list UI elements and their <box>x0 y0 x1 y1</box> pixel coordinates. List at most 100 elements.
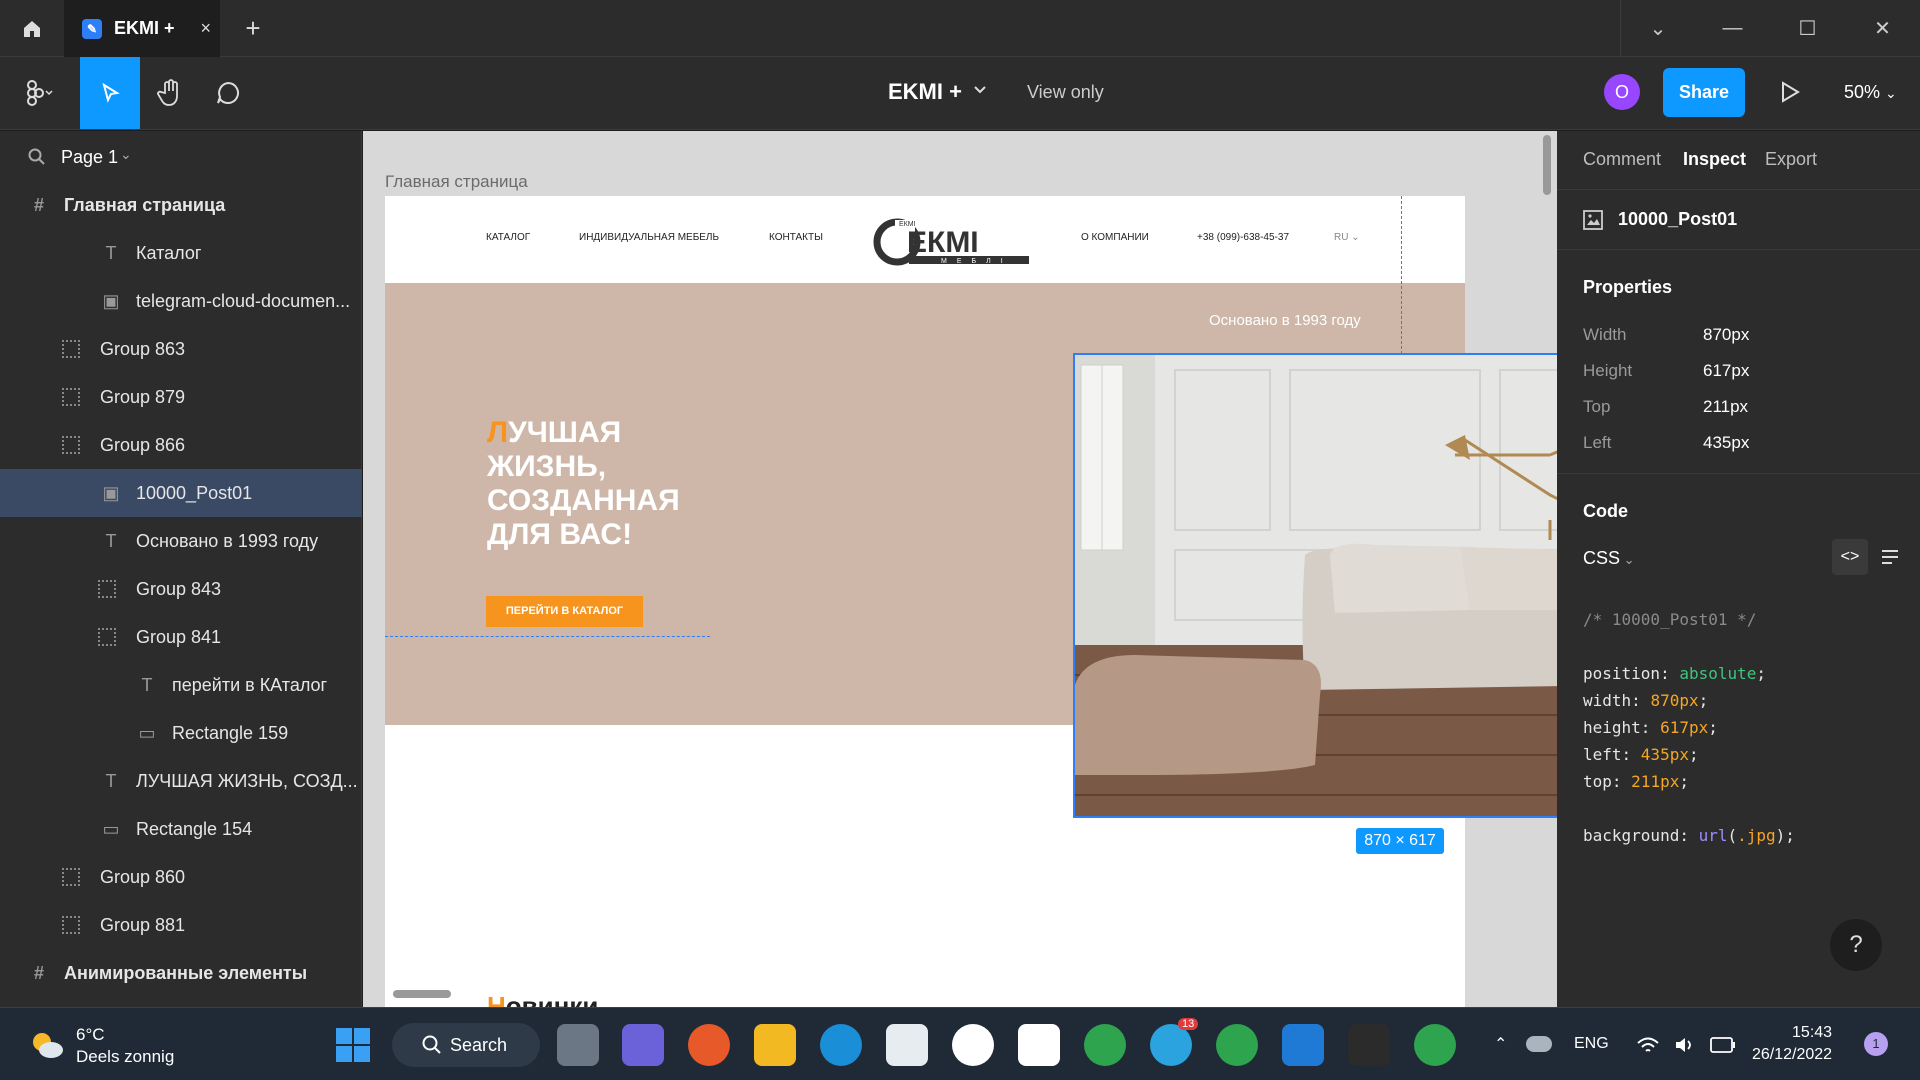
prop-value-width[interactable]: 870px <box>1703 325 1749 345</box>
onedrive-icon[interactable] <box>1526 1036 1552 1052</box>
layer-row[interactable]: ▣ 10000_Post01 <box>0 469 362 517</box>
chevron-down-icon[interactable]: ⌄ <box>1620 0 1695 57</box>
prop-value-left[interactable]: 435px <box>1703 433 1749 453</box>
chevron-up-icon[interactable]: ⌃ <box>1494 1034 1507 1054</box>
file-tab[interactable]: ✎ EKMI + × <box>64 0 220 57</box>
zoom-dropdown[interactable]: 50% ⌄ <box>1844 82 1897 103</box>
properties-title: Properties <box>1583 277 1673 297</box>
tab-export[interactable]: Export <box>1765 149 1817 170</box>
prop-value-height[interactable]: 617px <box>1703 361 1749 381</box>
layer-rect-icon: ▭ <box>138 722 156 743</box>
layer-row[interactable]: Group 881 <box>0 901 362 949</box>
logo-subtext: МЕБЛІ <box>941 258 1013 265</box>
prop-value-top[interactable]: 211px <box>1703 397 1748 417</box>
layer-row[interactable]: Group 860 <box>0 853 362 901</box>
tab-close-icon[interactable]: × <box>201 18 212 39</box>
weather-icon[interactable] <box>30 1030 64 1060</box>
chevron-down-icon[interactable]: ⌄ <box>120 146 132 163</box>
layer-row[interactable]: T ЛУЧШАЯ ЖИЗНЬ, СОЗД... <box>0 757 362 805</box>
layer-row[interactable]: Group 866 <box>0 421 362 469</box>
maximize-button[interactable]: ☐ <box>1770 0 1845 57</box>
wifi-icon[interactable] <box>1636 1036 1660 1054</box>
volume-icon[interactable] <box>1674 1036 1696 1054</box>
avatar[interactable]: O <box>1604 74 1640 110</box>
chatgpt-icon[interactable] <box>952 1024 994 1066</box>
dimension-badge: 870 × 617 <box>1356 828 1444 854</box>
figma-menu-icon[interactable] <box>10 57 70 129</box>
move-tool-icon[interactable] <box>80 57 140 129</box>
code-view-icon[interactable]: <> <box>1832 539 1868 575</box>
layer-image-icon: ▣ <box>102 290 120 311</box>
notification-badge[interactable]: 1 <box>1864 1032 1888 1056</box>
layer-label: Каталог <box>136 242 202 263</box>
list-view-icon[interactable] <box>1881 549 1899 565</box>
new-tab-button[interactable]: + <box>236 12 270 46</box>
frame-label[interactable]: Главная страница <box>385 172 528 192</box>
file-explorer-icon[interactable] <box>754 1024 796 1066</box>
present-play-icon[interactable] <box>1772 75 1806 109</box>
layer-row[interactable]: # Анимированные элементы <box>0 949 362 997</box>
layer-row[interactable]: Tперейти в КАталог <box>0 661 362 709</box>
hand-tool-icon[interactable] <box>140 57 200 129</box>
layer-row[interactable]: Group 841 <box>0 613 362 661</box>
design-canvas[interactable]: Главная страница КАТАЛОГ ИНДИВИДУАЛЬНАЯ … <box>363 131 1557 1007</box>
tab-comment[interactable]: Comment <box>1583 149 1661 170</box>
battery-icon[interactable] <box>1710 1037 1736 1053</box>
input-language[interactable]: ENG <box>1574 1035 1609 1053</box>
nav-phone[interactable]: +38 (099)-638-45-37 <box>1197 232 1289 243</box>
chrome-profile-icon[interactable] <box>1216 1024 1258 1066</box>
layer-row[interactable]: T Основано в 1993 году <box>0 517 362 565</box>
layer-row[interactable]: # Главная страница <box>0 181 362 229</box>
teams-chat-icon[interactable] <box>622 1024 664 1066</box>
layer-row[interactable]: Group 863 <box>0 325 362 373</box>
firefox-icon[interactable] <box>688 1024 730 1066</box>
close-window-button[interactable]: ✕ <box>1845 0 1920 57</box>
hero-headline[interactable]: ЛУЧШАЯ ЖИЗНЬ, СОЗДАННАЯ ДЛЯ ВАС! <box>487 416 707 552</box>
selected-image-10000-post01[interactable] <box>1073 353 1557 818</box>
file-name[interactable]: EKMI + <box>888 79 962 105</box>
telegram-icon[interactable]: 13 <box>1150 1018 1199 1066</box>
code-language-dropdown[interactable]: CSS ⌄ <box>1583 548 1635 569</box>
layer-row[interactable]: ▣ telegram-cloud-documen... <box>0 277 362 325</box>
slack-icon[interactable] <box>1018 1024 1060 1066</box>
minimize-button[interactable]: — <box>1695 0 1770 57</box>
home-icon[interactable] <box>0 0 64 57</box>
nav-contacts[interactable]: КОНТАКТЫ <box>769 232 823 243</box>
nav-custom-furniture[interactable]: ИНДИВИДУАЛЬНАЯ МЕБЕЛЬ <box>579 232 719 243</box>
catalog-cta-button[interactable]: ПЕРЕЙТИ В КАТАЛОГ <box>486 596 643 627</box>
horizontal-scrollbar[interactable] <box>393 990 451 998</box>
layer-row[interactable]: ▭ Rectangle 159 <box>0 709 362 757</box>
comment-tool-icon[interactable] <box>198 57 258 129</box>
weather-widget[interactable]: 6°C Deels zonnig <box>76 1024 174 1068</box>
figma-file-icon: ✎ <box>82 18 102 39</box>
system-clock[interactable]: 15:43 26/12/2022 <box>1752 1022 1832 1066</box>
chrome-profile-2-icon[interactable] <box>1414 1024 1456 1066</box>
nav-catalog[interactable]: КАТАЛОГ <box>486 232 530 243</box>
microsoft-store-icon[interactable] <box>886 1024 928 1066</box>
figma-app-icon[interactable] <box>1348 1024 1390 1066</box>
code-line-left: left: 435px; <box>1583 745 1699 764</box>
windows-start-icon[interactable] <box>332 1024 374 1066</box>
layer-row[interactable]: Group 879 <box>0 373 362 421</box>
edge-icon[interactable] <box>820 1024 862 1066</box>
file-menu-chevron-icon[interactable] <box>973 83 987 102</box>
search-icon[interactable] <box>28 148 46 166</box>
share-button[interactable]: Share <box>1663 68 1745 117</box>
new-arrivals-heading[interactable]: Новинки <box>487 991 598 1007</box>
taskbar-search[interactable]: Search <box>392 1023 540 1067</box>
vscode-icon[interactable] <box>1282 1024 1324 1066</box>
vertical-scrollbar[interactable] <box>1543 135 1551 195</box>
language-selector[interactable]: RU ⌄ <box>1334 232 1360 243</box>
nav-about[interactable]: О КОМПАНИИ <box>1081 232 1149 243</box>
help-button[interactable]: ? <box>1830 919 1882 971</box>
prop-label-width: Width <box>1583 325 1627 344</box>
page-name[interactable]: Page 1 <box>61 147 118 168</box>
tab-inspect[interactable]: Inspect <box>1683 149 1746 170</box>
layer-row[interactable]: Group 843 <box>0 565 362 613</box>
page-selector[interactable]: Page 1 ⌄ <box>0 131 362 181</box>
layer-row[interactable]: ▭ Rectangle 154 <box>0 805 362 853</box>
chrome-icon[interactable] <box>1084 1024 1126 1066</box>
founded-text[interactable]: Основано в 1993 году <box>1209 312 1361 329</box>
layer-row[interactable]: T Каталог <box>0 229 362 277</box>
task-view-icon[interactable] <box>557 1024 599 1066</box>
